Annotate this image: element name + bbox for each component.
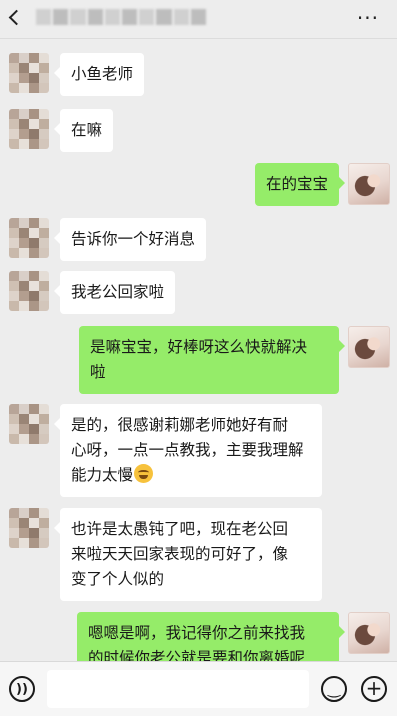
- my-avatar[interactable]: [348, 163, 390, 205]
- my-avatar[interactable]: [348, 326, 390, 368]
- chat-header: ···: [0, 0, 397, 39]
- message-line: 也许是太愚钝了吧，现在老公回: [71, 520, 289, 538]
- chat-title-blurred: [36, 9, 207, 25]
- sent-message-bubble[interactable]: 是嘛宝宝，好棒呀这么快就解决 啦: [79, 326, 345, 394]
- message-list[interactable]: 小鱼老师 在嘛 在的宝宝 告诉你一个好消息 我老公回家啦 是嘛宝宝，好棒呀这么快…: [0, 39, 397, 661]
- contact-avatar[interactable]: [9, 404, 49, 444]
- contact-avatar[interactable]: [9, 271, 49, 311]
- sent-message-bubble[interactable]: 在的宝宝: [254, 163, 346, 206]
- received-message-bubble[interactable]: 我老公回家啦: [53, 271, 176, 314]
- message-line: 变了个人似的: [71, 570, 165, 588]
- message-line: 是嘛宝宝，好棒呀这么快就解决: [90, 338, 308, 356]
- back-arrow-icon[interactable]: [8, 9, 25, 26]
- received-message-bubble[interactable]: 在嘛: [53, 109, 114, 152]
- message-line: 嗯嗯是啊，我记得你之前来找我: [88, 624, 306, 642]
- sent-message-bubble[interactable]: 嗯嗯是啊，我记得你之前来找我 的时候你老公就是要和你离婚呢: [77, 612, 345, 661]
- contact-avatar[interactable]: [9, 109, 49, 149]
- voice-icon[interactable]: )): [9, 676, 35, 702]
- more-options-icon[interactable]: ···: [357, 6, 379, 30]
- message-input[interactable]: [47, 670, 309, 708]
- received-message-bubble[interactable]: 小鱼老师: [53, 53, 145, 96]
- message-line: 心呀，一点一点教我，主要我理解: [71, 441, 304, 459]
- message-line: 的时候你老公就是要和你离婚呢: [88, 649, 306, 661]
- message-line: 是的，很感谢莉娜老师她好有耐: [71, 416, 289, 434]
- laugh-cry-emoji-icon: [134, 464, 154, 483]
- contact-avatar[interactable]: [9, 218, 49, 258]
- message-text: 能力太慢: [71, 466, 134, 484]
- message-line: 来啦天天回家表现的可好了，像: [71, 545, 289, 563]
- message-line: 啦: [90, 363, 106, 381]
- contact-avatar[interactable]: [9, 508, 49, 548]
- received-message-bubble[interactable]: 是的，很感谢莉娜老师她好有耐 心呀，一点一点教我，主要我理解 能力太慢: [54, 404, 322, 497]
- plus-icon[interactable]: +: [361, 676, 387, 702]
- my-avatar[interactable]: [348, 612, 390, 654]
- received-message-bubble[interactable]: 也许是太愚钝了吧，现在老公回 来啦天天回家表现的可好了，像 变了个人似的: [54, 508, 322, 601]
- received-message-bubble[interactable]: 告诉你一个好消息: [53, 218, 207, 261]
- input-toolbar: )) ‿ +: [0, 661, 397, 716]
- emoji-icon[interactable]: ‿: [321, 676, 347, 702]
- message-line: 能力太慢: [71, 463, 311, 488]
- contact-avatar[interactable]: [9, 53, 49, 93]
